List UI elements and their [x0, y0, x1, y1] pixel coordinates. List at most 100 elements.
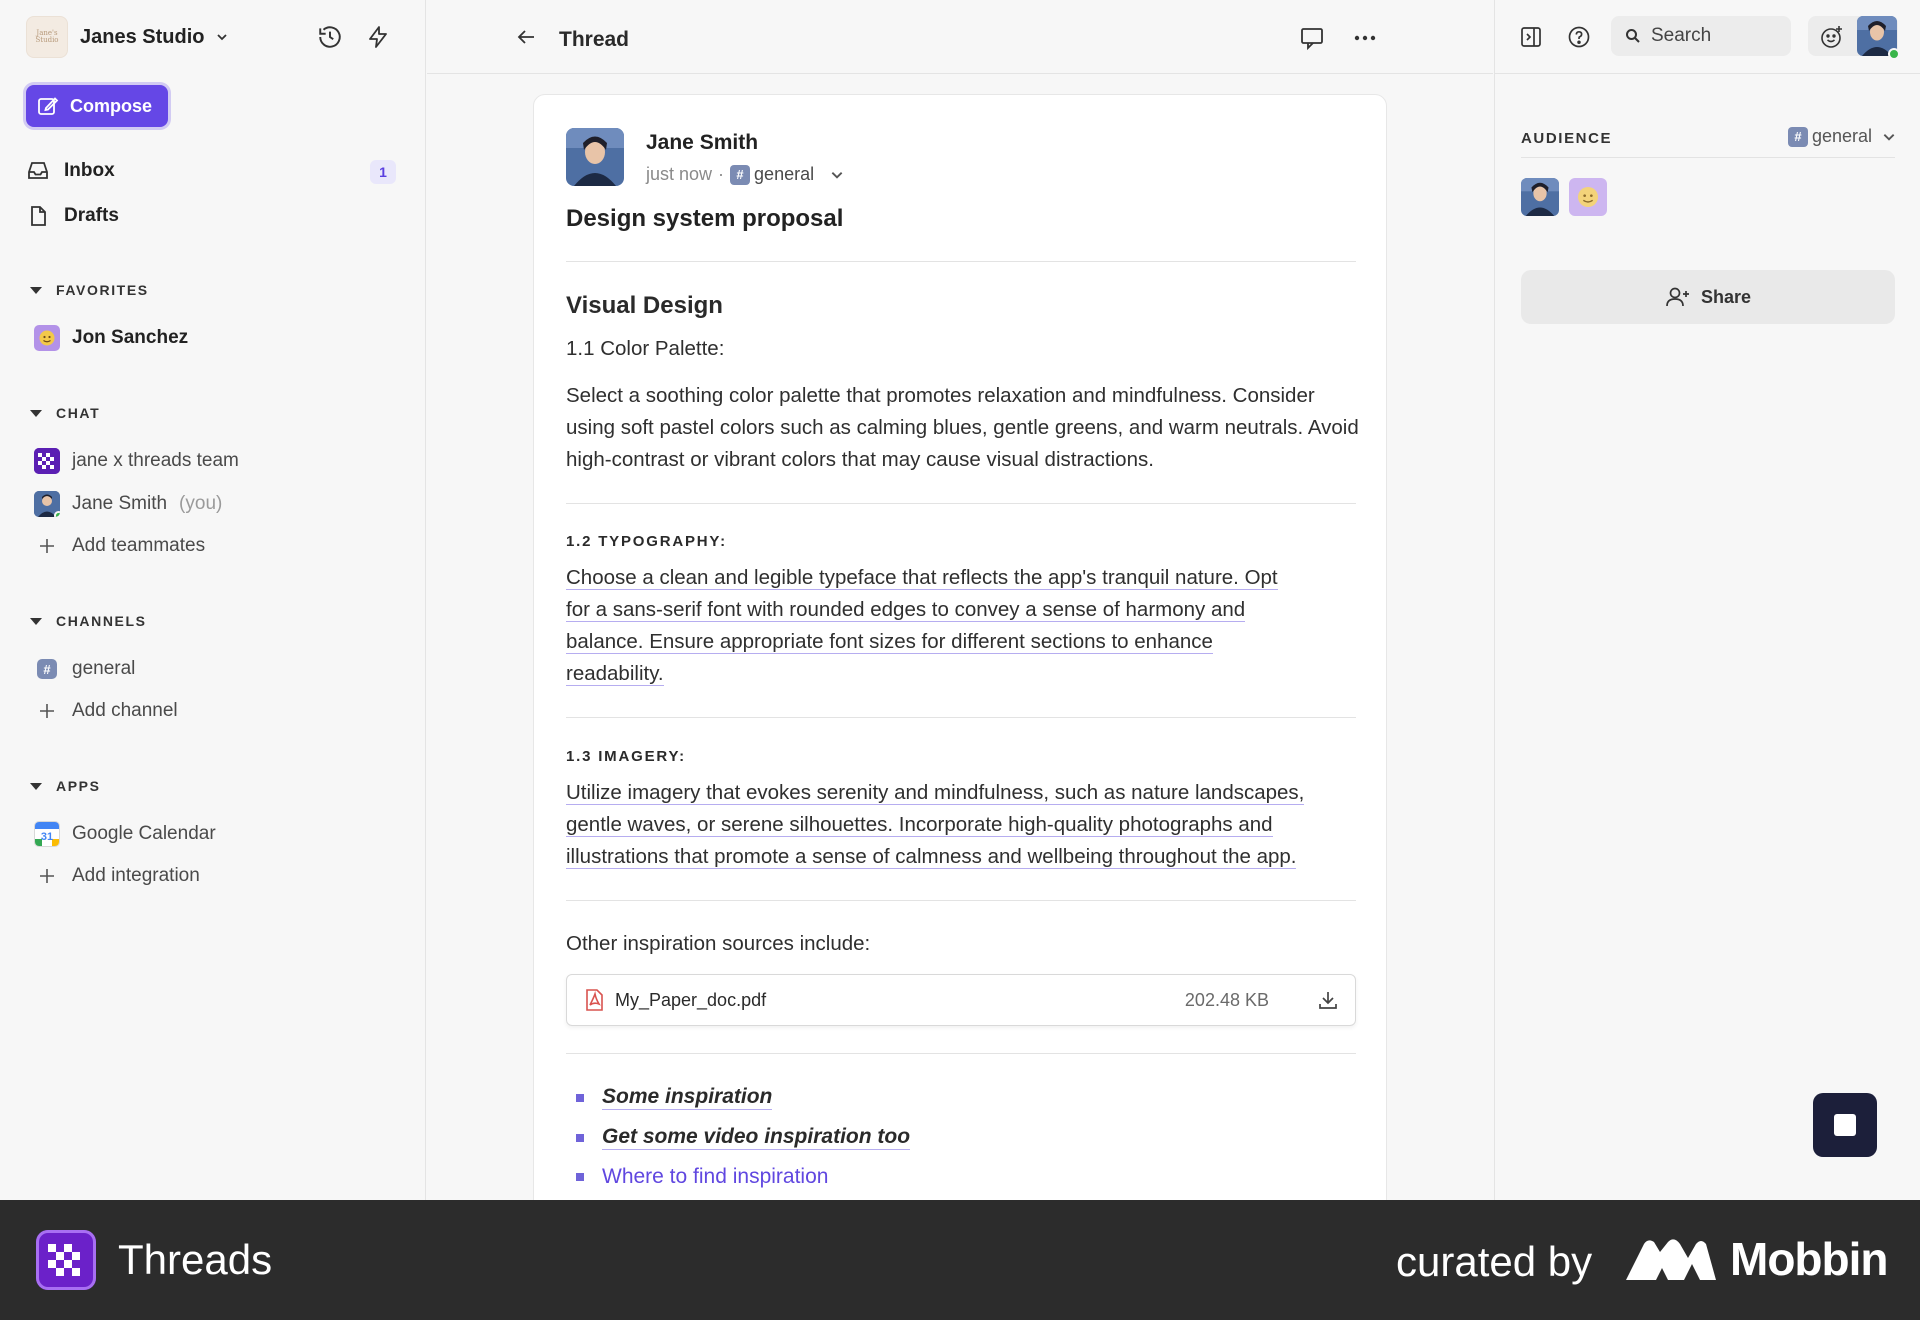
add-teammates-label: Add teammates — [72, 535, 206, 556]
chevron-down-icon — [1883, 133, 1895, 141]
add-teammates-button[interactable]: Add teammates — [34, 528, 394, 564]
chat-item-jane-smith[interactable]: Jane Smith (you) — [34, 486, 394, 522]
add-reaction-icon — [1821, 26, 1842, 48]
footer-bar: Threads curated by Mobbin — [0, 1200, 1920, 1320]
app-item-google-calendar[interactable]: 31 Google Calendar — [34, 816, 394, 852]
workspace-name: Janes Studio — [80, 25, 205, 48]
add-integration-button[interactable]: Add integration — [34, 858, 394, 894]
attachment-file[interactable]: My_Paper_doc.pdf 202.48 KB — [566, 974, 1356, 1026]
chevron-down-icon — [217, 34, 228, 41]
add-integration-label: Add integration — [72, 865, 200, 886]
stop-icon — [1834, 1114, 1856, 1136]
app-label: Google Calendar — [72, 823, 216, 844]
hashtag-icon: # — [37, 659, 57, 679]
you-suffix: (you) — [179, 493, 223, 514]
divider — [566, 261, 1356, 262]
share-button[interactable]: Share — [1521, 270, 1895, 324]
subsection-color-palette: 1.1 Color Palette: — [566, 337, 725, 360]
chat-item-team[interactable]: jane x threads team — [34, 443, 394, 479]
section-heading-visual-design: Visual Design — [566, 292, 723, 319]
imagery-body: Utilize imagery that evokes serenity and… — [566, 777, 1366, 873]
pdf-icon — [586, 989, 603, 1011]
share-label: Share — [1700, 286, 1752, 307]
author-name: Jane Smith — [646, 131, 759, 154]
nav-inbox[interactable]: Inbox 1 — [26, 151, 396, 191]
nav-drafts[interactable]: Drafts — [26, 196, 396, 236]
jon-sanchez-avatar — [34, 325, 60, 351]
audience-channel-selector[interactable]: # general — [1787, 126, 1896, 147]
typography-body: Choose a clean and legible typeface that… — [566, 562, 1366, 690]
panel-toggle-icon[interactable] — [1515, 21, 1547, 53]
chat-label: Jane Smith — [72, 493, 168, 514]
chat-label: jane x threads team — [72, 450, 239, 471]
post-time: just now — [646, 164, 713, 184]
right-header: Search — [1495, 0, 1920, 74]
add-channel-button[interactable]: Add channel — [34, 693, 394, 729]
inbox-icon — [28, 162, 48, 179]
download-icon[interactable] — [1317, 989, 1339, 1016]
section-channels-title: CHANNELS — [56, 613, 147, 629]
right-panel: Search AUDIENCE # general Share — [1494, 0, 1920, 1200]
lightning-icon[interactable] — [361, 20, 395, 54]
list-item[interactable]: Some inspiration — [576, 1085, 773, 1110]
bullet-text: Get some video inspiration too — [602, 1125, 911, 1150]
search-icon — [1626, 29, 1640, 43]
document-icon — [31, 206, 46, 226]
section-favorites-title: FAVORITES — [56, 282, 149, 298]
search-input[interactable]: Search — [1611, 16, 1791, 56]
channel-item-general[interactable]: # general — [34, 651, 394, 687]
typography-line: for a sans-serif font with rounded edges… — [566, 598, 1246, 622]
app-name: Threads — [118, 1236, 273, 1283]
add-channel-label: Add channel — [72, 700, 178, 721]
divider — [566, 900, 1356, 901]
post-title: Design system proposal — [566, 205, 844, 232]
jane-smith-avatar — [34, 491, 60, 517]
caret-down-icon — [30, 286, 42, 294]
comment-icon[interactable] — [1296, 22, 1328, 54]
inbox-label: Inbox — [64, 160, 115, 181]
list-item[interactable]: Where to find inspiration — [576, 1165, 828, 1189]
section-chat-title: CHAT — [56, 405, 101, 421]
imagery-line: illustrations that promote a sense of ca… — [566, 845, 1297, 869]
compose-icon — [38, 97, 59, 115]
hashtag-icon: # — [1787, 126, 1808, 147]
channel-label: general — [72, 658, 136, 679]
main-panel: Thread Jane Smith just now · # general D… — [427, 0, 1493, 1214]
google-calendar-icon: 31 — [34, 821, 60, 847]
plus-icon — [34, 698, 60, 724]
section-chat-header[interactable]: CHAT — [30, 401, 100, 425]
drafts-label: Drafts — [64, 205, 119, 226]
typography-line: Choose a clean and legible typeface that… — [566, 566, 1278, 590]
back-arrow-icon[interactable] — [511, 22, 541, 52]
favorite-item-jon-sanchez[interactable]: Jon Sanchez — [34, 320, 394, 356]
threads-team-icon — [34, 448, 60, 474]
imagery-line: gentle waves, or serene silhouettes. Inc… — [566, 813, 1273, 837]
bullet-text: Some inspiration — [602, 1085, 773, 1110]
add-user-icon — [1666, 287, 1689, 307]
typography-line: readability. — [566, 662, 664, 686]
audience-member-avatar[interactable] — [1569, 178, 1607, 216]
history-icon[interactable] — [313, 20, 347, 54]
post-channel-selector[interactable]: # general — [730, 164, 844, 185]
stop-button[interactable] — [1813, 1093, 1877, 1157]
caret-down-icon — [30, 782, 42, 790]
workspace-switcher[interactable]: Jane's Studio Janes Studio — [26, 16, 228, 58]
bullet-link[interactable]: Where to find inspiration — [602, 1165, 828, 1189]
list-item[interactable]: Get some video inspiration too — [576, 1125, 911, 1150]
section-favorites-header[interactable]: FAVORITES — [30, 278, 149, 302]
sidebar: Jane's Studio Janes Studio Compose Inbox… — [0, 0, 426, 1200]
more-options-icon[interactable] — [1349, 22, 1381, 54]
caret-down-icon — [30, 617, 42, 625]
thread-header: Thread — [427, 0, 1493, 74]
workspace-logo-text: Jane's Studio — [35, 29, 59, 44]
audience-member-avatar[interactable] — [1521, 178, 1559, 216]
help-icon[interactable] — [1563, 21, 1595, 53]
divider — [566, 503, 1356, 504]
attachment-size: 202.48 KB — [1184, 989, 1269, 1010]
compose-button[interactable]: Compose — [26, 85, 168, 127]
post-meta: just now · # general — [646, 164, 844, 185]
section-apps-header[interactable]: APPS — [30, 774, 101, 798]
section-channels-header[interactable]: CHANNELS — [30, 609, 147, 633]
author-avatar — [566, 128, 624, 186]
divider — [566, 717, 1356, 718]
